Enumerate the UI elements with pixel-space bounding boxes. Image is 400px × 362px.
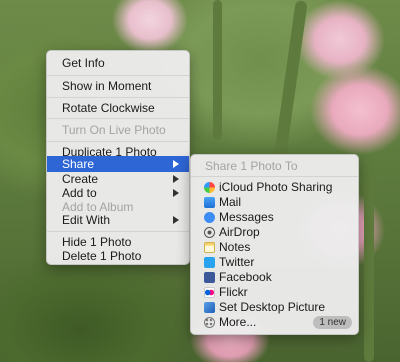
menu-separator	[47, 231, 189, 232]
menu-item-rotate-clockwise[interactable]: Rotate Clockwise	[47, 100, 189, 116]
menu-item-edit-with[interactable]: Edit With	[47, 212, 189, 228]
plant-stem	[213, 0, 222, 140]
desktop-picture-icon	[204, 302, 215, 313]
flickr-icon	[204, 287, 215, 298]
share-submenu: Share 1 Photo To iCloud Photo Sharing Ma…	[190, 154, 359, 335]
share-item-notes[interactable]: Notes	[191, 240, 358, 255]
share-item-more[interactable]: More... 1 new	[191, 315, 358, 330]
menu-item-show-in-moment[interactable]: Show in Moment	[47, 78, 189, 94]
submenu-arrow-icon	[173, 189, 179, 197]
messages-icon	[204, 212, 215, 223]
menu-item-turn-on-live-photo: Turn On Live Photo	[62, 123, 166, 137]
facebook-icon	[204, 272, 215, 283]
share-item-messages[interactable]: Messages	[191, 210, 358, 225]
menu-separator	[47, 118, 189, 119]
menu-separator	[191, 176, 358, 177]
mail-icon	[204, 197, 215, 208]
menu-item-delete-photo[interactable]: Delete 1 Photo	[47, 248, 189, 264]
menu-separator	[47, 141, 189, 142]
submenu-arrow-icon	[173, 175, 179, 183]
share-item-mail[interactable]: Mail	[191, 195, 358, 210]
more-icon	[204, 317, 215, 328]
menu-item-share[interactable]: Share	[47, 156, 189, 172]
notes-icon	[204, 242, 215, 253]
menu-item-get-info[interactable]: Get Info	[47, 55, 189, 71]
new-badge: 1 new	[313, 316, 352, 329]
menu-separator	[47, 75, 189, 76]
share-item-icloud-photo-sharing[interactable]: iCloud Photo Sharing	[191, 180, 358, 195]
menu-separator	[47, 97, 189, 98]
submenu-arrow-icon	[173, 216, 179, 224]
submenu-arrow-icon	[173, 160, 179, 168]
twitter-icon	[204, 257, 215, 268]
share-item-facebook[interactable]: Facebook	[191, 270, 358, 285]
share-item-flickr[interactable]: Flickr	[191, 285, 358, 300]
share-item-set-desktop-picture[interactable]: Set Desktop Picture	[191, 300, 358, 315]
share-item-airdrop[interactable]: AirDrop	[191, 225, 358, 240]
share-item-twitter[interactable]: Twitter	[191, 255, 358, 270]
context-menu: Get Info Show in Moment Rotate Clockwise…	[46, 50, 190, 265]
icloud-photo-sharing-icon	[204, 182, 215, 193]
airdrop-icon	[204, 227, 215, 238]
plant-stem	[364, 170, 374, 362]
plant-stem	[272, 0, 308, 171]
submenu-header: Share 1 Photo To	[205, 159, 298, 173]
